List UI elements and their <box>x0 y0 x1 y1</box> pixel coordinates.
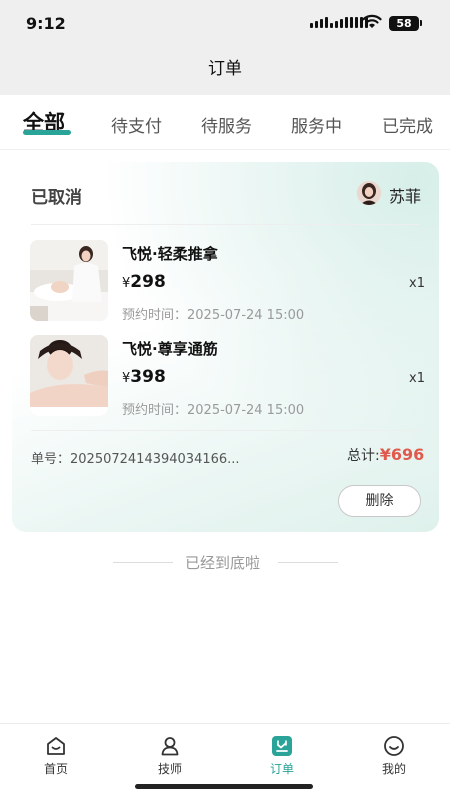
service-thumbnail <box>30 335 108 416</box>
order-item[interactable]: 飞悦·尊享通筋 ¥398 x1 预约时间：2025-07-24 15:00 <box>12 335 439 419</box>
signal-icon <box>310 17 368 28</box>
order-item[interactable]: 飞悦·轻柔推拿 ¥298 x1 预约时间：2025-07-24 15:00 <box>12 240 439 324</box>
technician-name: 苏菲 <box>389 187 422 206</box>
end-line-left <box>113 562 173 563</box>
nav-home[interactable]: 首页 <box>26 735 86 777</box>
nav-label: 首页 <box>43 762 68 776</box>
nav-technician[interactable]: 技师 <box>140 735 200 777</box>
order-tabs: 全部 待支付 待服务 服务中 已完成 <box>0 95 450 150</box>
nav-bar: 订单 <box>0 46 450 95</box>
home-indicator <box>135 784 313 789</box>
battery-icon: 58 <box>389 16 419 31</box>
nav-profile[interactable]: 我的 <box>364 735 424 777</box>
order-card[interactable]: 已取消 苏菲 飞悦·轻柔推拿 ¥298 x1 预约时间：2025-07-24 1… <box>12 162 439 532</box>
technician-avatar <box>357 181 381 205</box>
tab-pending-service[interactable]: 待服务 <box>201 112 252 137</box>
tab-completed[interactable]: 已完成 <box>382 112 433 137</box>
list-end-text: 已经到底啦 <box>185 554 261 572</box>
tab-in-service[interactable]: 服务中 <box>291 112 342 137</box>
tab-pending-payment[interactable]: 待支付 <box>111 112 162 137</box>
order-number: 单号：2025072414394034166... <box>31 452 240 467</box>
nav-label: 我的 <box>381 762 406 776</box>
nav-label: 订单 <box>269 762 294 776</box>
status-bar: 9:12 58 <box>0 0 450 46</box>
active-tab-indicator <box>23 130 71 135</box>
appointment-time: 预约时间：2025-07-24 15:00 <box>122 308 305 323</box>
price-value: 298 <box>130 272 166 292</box>
nav-label: 技师 <box>157 762 182 776</box>
status-time: 9:12 <box>26 14 66 33</box>
service-thumbnail <box>30 240 108 321</box>
divider <box>31 224 419 225</box>
delete-button[interactable]: 删除 <box>338 485 421 517</box>
total-amount: ¥696 <box>379 445 425 464</box>
order-icon <box>272 736 292 756</box>
nav-orders[interactable]: 订单 <box>252 735 312 777</box>
total-label: 总计: <box>347 448 380 464</box>
wifi-icon <box>362 14 382 28</box>
divider <box>31 430 419 431</box>
page-title: 订单 <box>208 59 242 79</box>
service-quantity: x1 <box>409 276 425 291</box>
home-icon <box>47 737 65 755</box>
service-price: ¥298 <box>122 272 166 292</box>
battery-tip <box>420 20 422 26</box>
service-quantity: x1 <box>409 371 425 386</box>
order-status: 已取消 <box>31 188 82 208</box>
profile-icon <box>384 736 404 756</box>
technician-icon <box>161 737 179 756</box>
price-value: 398 <box>130 367 166 387</box>
order-total: 总计:¥696 <box>347 445 424 465</box>
appointment-time: 预约时间：2025-07-24 15:00 <box>122 403 305 418</box>
service-name: 飞悦·轻柔推拿 <box>122 245 218 263</box>
service-name: 飞悦·尊享通筋 <box>122 340 218 358</box>
service-price: ¥398 <box>122 367 166 387</box>
end-line-right <box>278 562 338 563</box>
